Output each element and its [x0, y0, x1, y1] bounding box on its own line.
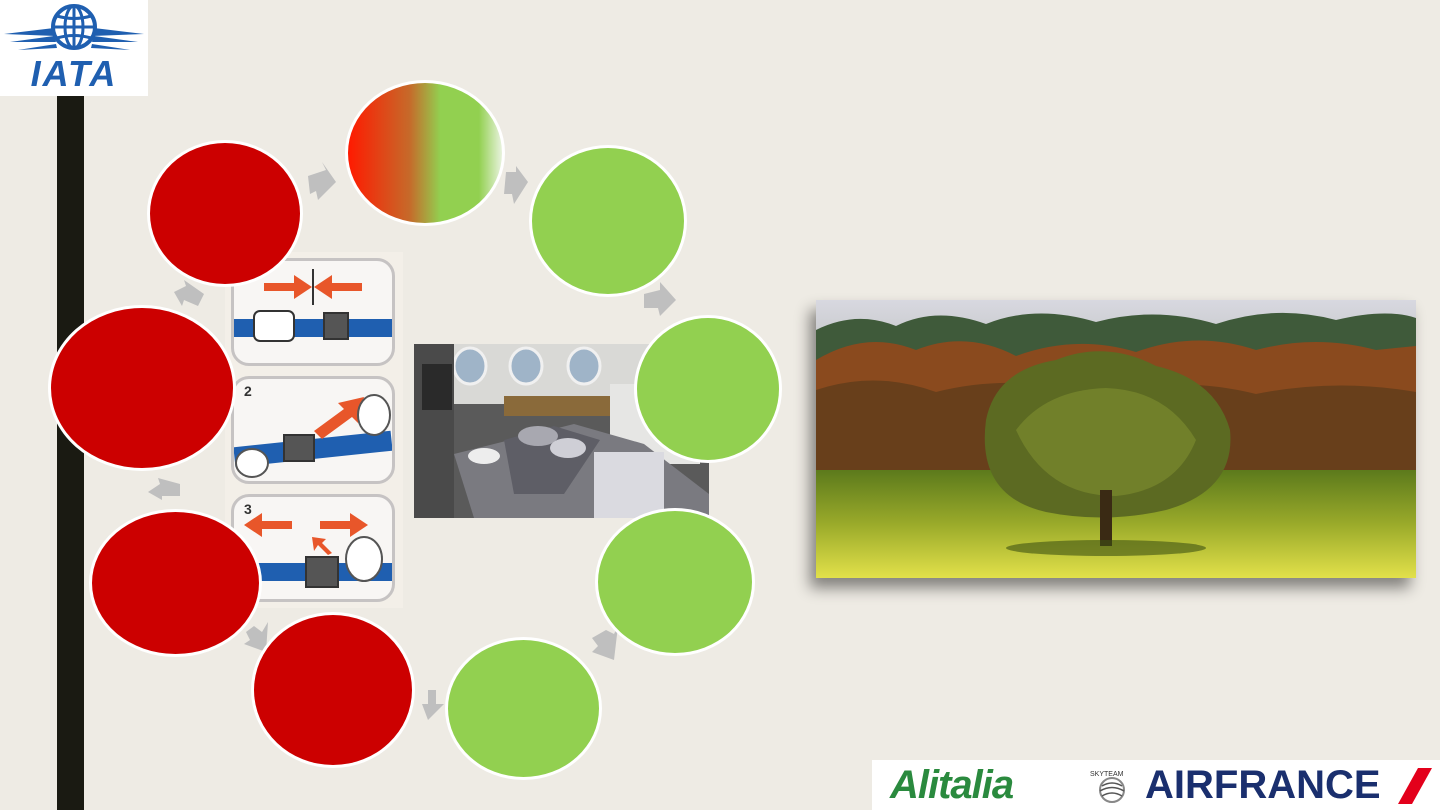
cycle-step-green-2	[634, 315, 782, 463]
step-number: 3	[244, 501, 252, 517]
airfrance-logo: AIRFRANCE	[1145, 763, 1381, 807]
cycle-arrow	[308, 162, 336, 200]
skyteam-icon: SKYTEAM	[1090, 771, 1125, 803]
step-number: 2	[244, 383, 252, 399]
cycle-step-green-3	[595, 508, 755, 656]
cycle-step-red-3	[48, 305, 236, 471]
cycle-step-red-2	[89, 509, 262, 657]
landscape-tree-photo	[816, 300, 1416, 578]
cycle-step-top	[345, 80, 505, 226]
cycle-arrow	[422, 690, 444, 720]
skyteam-label: SKYTEAM	[1090, 771, 1124, 778]
cycle-arrow	[644, 282, 676, 316]
cycle-arrow	[148, 478, 180, 500]
cycle-step-green-1	[529, 145, 687, 297]
tighten-belt-illustration	[234, 394, 392, 478]
airfrance-stripe-icon	[1398, 768, 1432, 804]
cycle-arrow	[504, 166, 528, 204]
tree-meadow-illustration	[816, 300, 1416, 578]
cycle-step-red-4	[147, 140, 303, 287]
cycle-step-red-1	[251, 612, 415, 768]
seatbelt-step-2: 2	[231, 376, 395, 484]
cycle-arrow	[174, 280, 204, 306]
cycle-step-green-4	[445, 637, 602, 780]
cycle-arrow	[592, 626, 618, 660]
alitalia-logo: Alitalia	[890, 763, 1014, 807]
